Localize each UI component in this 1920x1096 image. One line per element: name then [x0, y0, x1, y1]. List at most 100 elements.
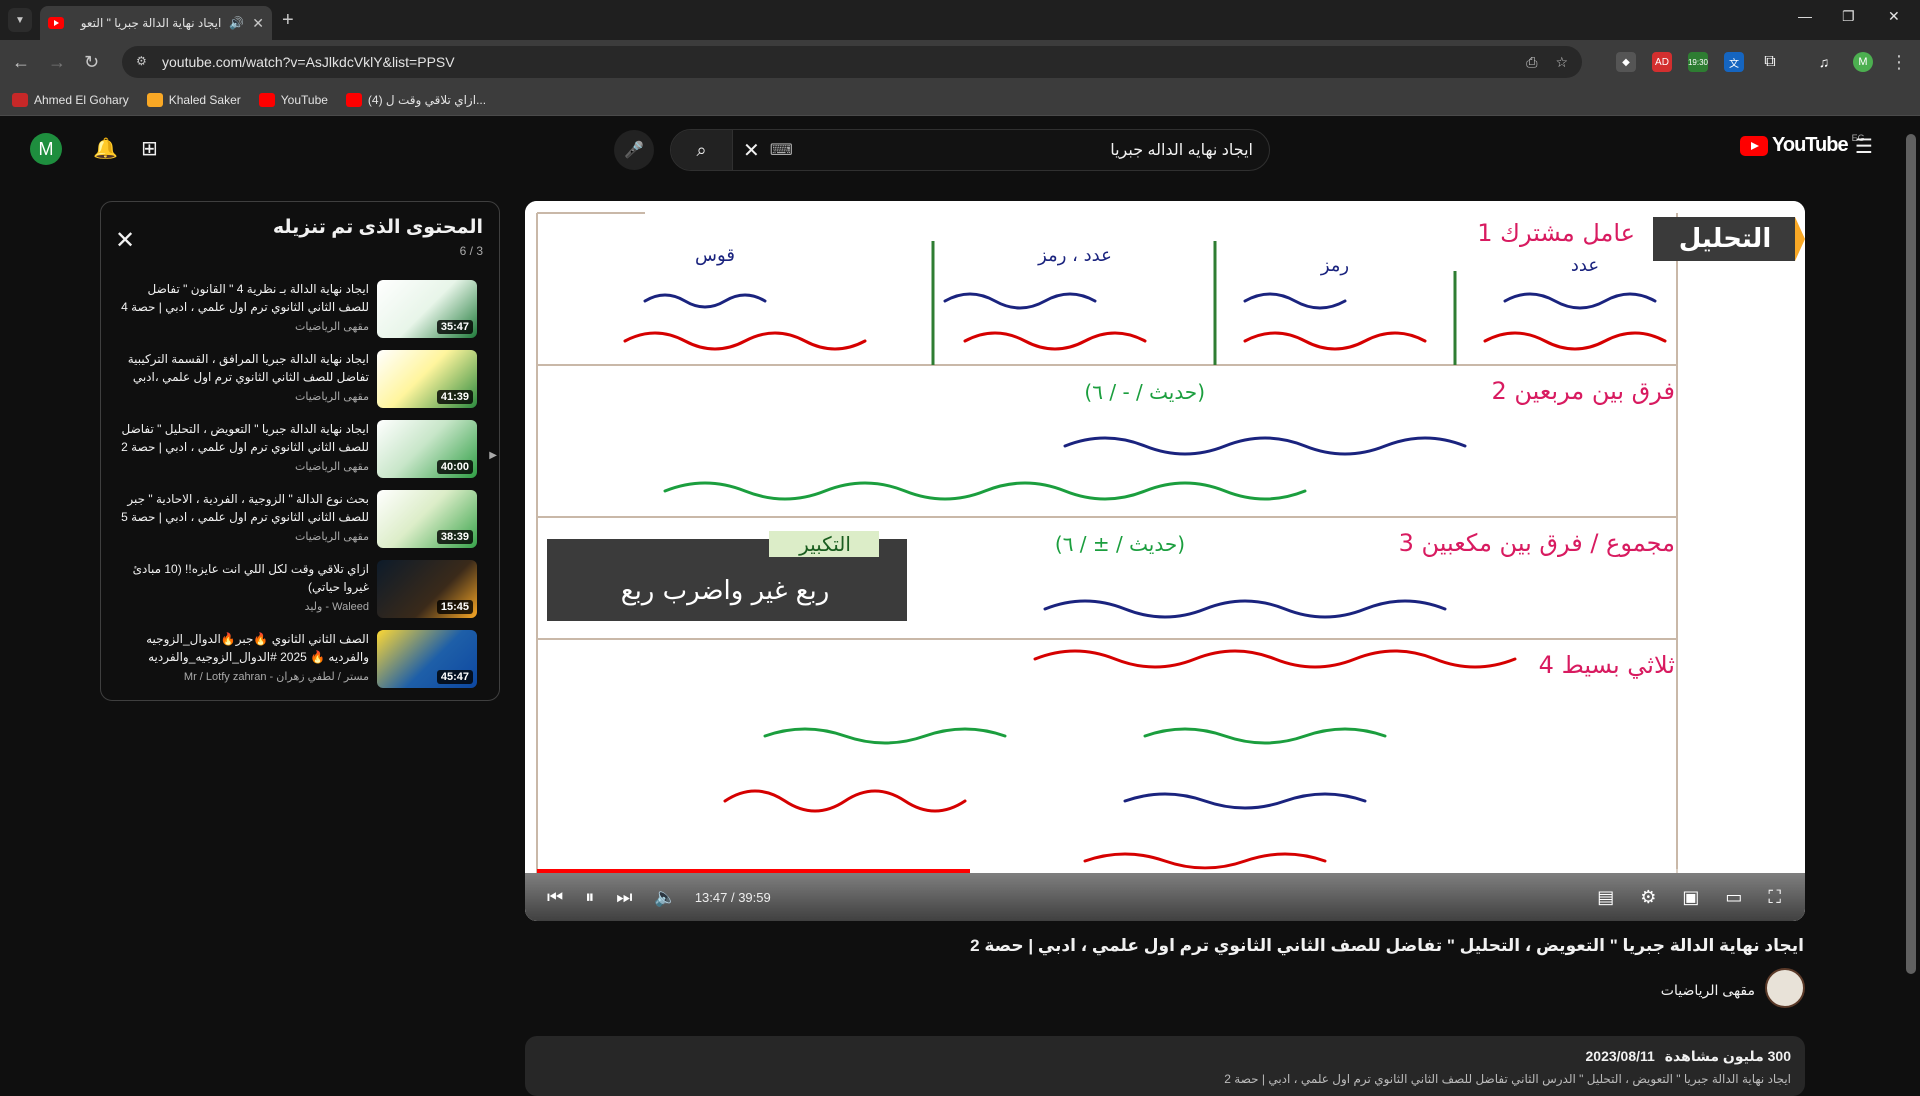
channel-name[interactable]: مقهى الرياضيات [119, 320, 369, 333]
volume-icon[interactable]: 🔈 [654, 887, 676, 908]
description-box[interactable]: 300 مليون مشاهدة 2023/08/11 ايجاد نهاية … [525, 1036, 1805, 1096]
video-thumbnail[interactable]: 41:39 [377, 350, 477, 408]
notifications-bell-icon[interactable]: 🔔 [93, 136, 118, 161]
video-player[interactable]: التحليل 1 عامل مشترك 2 فرق بين مربعين 3 … [525, 201, 1805, 921]
list-item[interactable]: 45:47 الصف الثاني الثانوي 🔥جبر🔥الدوال_ال… [101, 630, 499, 700]
back-icon[interactable]: ← [12, 50, 30, 74]
bookmark-item[interactable]: (4) ازاي تلاقي وقت ل... [345, 92, 486, 107]
close-window-icon[interactable]: ✕ [1888, 8, 1900, 25]
list-item[interactable]: 41:39 ايجاد نهاية الدالة جبريا المرافق ،… [101, 350, 499, 420]
video-title[interactable]: ايجاد نهاية الدالة جبريا المرافق ، القسم… [119, 350, 369, 386]
create-video-icon[interactable]: ⊞ [141, 136, 158, 161]
channel-name[interactable]: مقهى الرياضيات [1661, 982, 1755, 999]
extensions-puzzle-icon[interactable]: ⧉ [1760, 52, 1780, 72]
youtube-play-logo-icon [1740, 135, 1768, 156]
browser-menu-icon[interactable]: ⋮ [1890, 50, 1908, 74]
guide-menu-icon[interactable]: ☰ [1855, 134, 1873, 159]
adblock-extension-icon[interactable]: AD [1652, 52, 1672, 72]
settings-gear-icon[interactable]: ⚙ [1640, 887, 1656, 908]
board-hint: (حديث / - / ٦) [1084, 380, 1205, 404]
restore-icon[interactable]: ❐ [1842, 8, 1855, 25]
timer-extension-icon[interactable]: 19:30 [1688, 52, 1708, 72]
video-title[interactable]: الصف الثاني الثانوي 🔥جبر🔥الدوال_الزوجيه … [119, 630, 369, 666]
video-title[interactable]: ازاي تلاقي وقت لكل اللي انت عايزه!! (10 … [119, 560, 369, 596]
clear-search-icon[interactable]: ✕ [743, 138, 760, 163]
bookmark-item[interactable]: YouTube [258, 92, 328, 107]
list-item[interactable]: 38:39 بحث نوع الدالة " الزوجية ، الفردية… [101, 490, 499, 560]
site-info-icon[interactable]: ⚙ [136, 54, 152, 70]
youtube-logo[interactable]: YouTube EG [1740, 133, 1865, 157]
timer-badge: 19:30 [1687, 57, 1709, 67]
bookmark-item[interactable]: Ahmed El Gohary [12, 92, 129, 107]
bookmark-favicon-icon [12, 92, 28, 107]
fullscreen-icon[interactable]: ⛶ [1768, 887, 1781, 908]
column-label: رمز [1320, 255, 1349, 276]
section-label: 2 فرق بين مربعين [1491, 377, 1675, 405]
channel-name[interactable]: Waleed - وليد [119, 600, 369, 613]
video-thumbnail[interactable]: 45:47 [377, 630, 477, 688]
microphone-icon: 🎤 [624, 142, 644, 159]
bookmark-item[interactable]: Khaled Saker [146, 92, 241, 107]
subtitles-icon[interactable]: ▤ [1597, 887, 1614, 908]
theater-mode-icon[interactable]: ▭ [1725, 887, 1742, 908]
next-icon[interactable]: ⏭ [616, 887, 632, 908]
list-item[interactable]: 15:45 ازاي تلاقي وقت لكل اللي انت عايزه!… [101, 560, 499, 630]
section-label: 4 ثلاثي بسيط [1539, 651, 1675, 679]
miniplayer-icon[interactable]: ▣ [1682, 887, 1699, 908]
publish-date: 2023/08/11 [1585, 1048, 1655, 1064]
channel-name[interactable]: مقهى الرياضيات [119, 390, 369, 403]
duration-badge: 45:47 [436, 670, 473, 684]
tab-search-button[interactable]: ▼ [8, 8, 32, 32]
bookmark-star-icon[interactable]: ☆ [1555, 54, 1568, 71]
video-title: ايجاد نهاية الدالة جبريا " التعويض ، الت… [970, 936, 1804, 955]
url-text[interactable]: youtube.com/watch?v=AsJlkdcVklY&list=PPS… [162, 54, 1508, 70]
duration-badge: 40:00 [436, 460, 473, 474]
youtube-favicon-icon [258, 92, 275, 107]
translate-extension-icon[interactable]: 文 [1724, 52, 1744, 72]
channel-avatar[interactable] [1765, 968, 1805, 1008]
account-avatar[interactable]: M [30, 133, 62, 165]
tip-text: ربع غير واضرب ربع [621, 576, 830, 606]
column-label: قوس [695, 245, 735, 266]
new-tab-button[interactable]: + [282, 8, 294, 32]
video-thumbnail[interactable]: 40:00 [377, 420, 477, 478]
keyboard-icon[interactable]: ⌨ [770, 140, 793, 160]
media-controls-icon[interactable]: ♫ [1814, 52, 1834, 72]
forward-icon[interactable]: → [48, 50, 66, 74]
bookmark-favicon-icon [146, 92, 163, 107]
scrollbar-thumb[interactable] [1906, 134, 1916, 974]
time-display: 13:47 / 39:59 [694, 889, 771, 905]
install-app-icon[interactable]: ⎙ [1526, 54, 1537, 71]
channel-name[interactable]: مستر / لطفي زهران - Mr / Lotfy zahran [119, 670, 369, 683]
channel-name[interactable]: مقهى الرياضيات [119, 460, 369, 473]
close-tab-icon[interactable]: ✕ [252, 15, 264, 32]
video-thumbnail[interactable]: 38:39 [377, 490, 477, 548]
panel-count: 6 / 3 [459, 244, 483, 258]
minimize-icon[interactable]: — [1798, 8, 1812, 24]
list-item[interactable]: 40:00 ايجاد نهاية الدالة جبريا " التعويض… [101, 420, 499, 490]
previous-icon[interactable]: ⏮ [547, 887, 563, 908]
video-thumbnail[interactable]: 35:47 [377, 280, 477, 338]
voice-search-button[interactable]: 🎤 [614, 130, 654, 170]
profile-avatar[interactable]: M [1853, 52, 1873, 72]
search-input[interactable]: ايجاد نهايه الداله جبريا [793, 140, 1269, 160]
list-item[interactable]: 35:47 ايجاد نهاية الدالة بـ نظرية 4 " ال… [101, 280, 499, 350]
pause-icon[interactable]: ⏸ [585, 887, 594, 908]
active-tab[interactable]: ايجاد نهاية الدالة جبريا " التعو 🔊 ✕ [40, 6, 272, 40]
collapse-arrow-icon[interactable]: ▶ [489, 450, 497, 461]
duration-badge: 15:45 [436, 600, 473, 614]
video-title[interactable]: ايجاد نهاية الدالة بـ نظرية 4 " القانون … [119, 280, 369, 316]
reload-icon[interactable]: ↻ [84, 50, 99, 74]
extension-icon[interactable]: ◆ [1616, 52, 1636, 72]
channel-name[interactable]: مقهى الرياضيات [119, 530, 369, 543]
description-meta: 300 مليون مشاهدة 2023/08/11 [1586, 1048, 1792, 1065]
video-thumbnail[interactable]: 15:45 [377, 560, 477, 618]
speaker-icon[interactable]: 🔊 [229, 16, 244, 30]
browser-toolbar: ← → ↻ ⚙ youtube.com/watch?v=AsJlkdcVklY&… [0, 40, 1920, 84]
address-bar[interactable]: ⚙ youtube.com/watch?v=AsJlkdcVklY&list=P… [122, 46, 1582, 78]
tab-title: ايجاد نهاية الدالة جبريا " التعو [80, 16, 222, 30]
close-panel-icon[interactable]: ✕ [115, 226, 135, 255]
video-title[interactable]: ايجاد نهاية الدالة جبريا " التعويض ، الت… [119, 420, 369, 456]
search-button[interactable]: ⌕ [671, 130, 733, 170]
video-title[interactable]: بحث نوع الدالة " الزوجية ، الفردية ، الا… [119, 490, 369, 526]
